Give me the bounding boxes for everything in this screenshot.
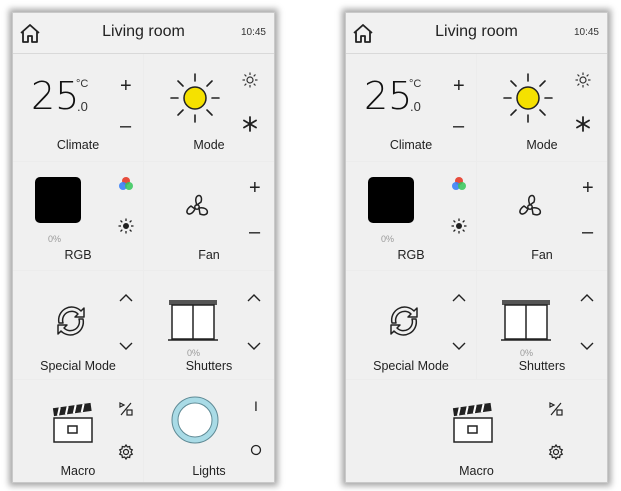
panel-right: Living room 10:45 25 °C .0 + – Climate M (345, 12, 608, 483)
cycle-arrows-icon (390, 306, 418, 336)
fan-decrease-button[interactable]: – (582, 222, 593, 242)
climate-tile[interactable]: 25 °C .0 + – Climate (13, 54, 143, 161)
header: Living room 10:45 (346, 13, 607, 54)
shutters-tile[interactable]: 0% Shutters (477, 271, 607, 379)
settings-gear-icon[interactable] (548, 444, 564, 460)
fan-tile[interactable]: + – Fan (144, 162, 274, 270)
macro-label: Macro (459, 464, 494, 478)
fan-icon (186, 194, 209, 216)
temp-decrease-button[interactable]: – (453, 116, 464, 136)
lights-tile[interactable]: I Lights (144, 380, 274, 482)
rgb-tile[interactable]: 0% RGB (346, 162, 476, 270)
room-title: Living room (102, 23, 185, 40)
chevron-down-icon[interactable] (119, 341, 133, 351)
cool-mode-icon[interactable] (575, 116, 591, 132)
rgb-tile[interactable]: 0% RGB (13, 162, 143, 270)
chevron-up-icon[interactable] (580, 293, 594, 303)
color-palette-icon[interactable] (118, 176, 134, 192)
fan-icon (519, 194, 542, 216)
special-mode-label: Special Mode (40, 359, 116, 373)
header: Living room 10:45 (13, 13, 274, 54)
temp-increase-button[interactable]: + (120, 76, 132, 96)
heat-mode-icon[interactable] (242, 72, 258, 88)
percent-scene-icon[interactable] (119, 402, 133, 416)
chevron-up-icon[interactable] (452, 293, 466, 303)
macro-tile[interactable]: Macro (13, 380, 143, 482)
rgb-brightness-percent: 0% (48, 234, 62, 244)
rgb-label: RGB (64, 248, 92, 262)
light-off-button[interactable] (250, 444, 262, 456)
temperature-value: 25 (31, 74, 80, 118)
shutters-label: Shutters (185, 359, 233, 373)
temperature-value: 25 (364, 74, 413, 118)
temperature-unit: °C (76, 78, 89, 90)
mode-tile[interactable]: Mode (477, 54, 607, 161)
macro-label: Macro (60, 464, 96, 478)
fan-increase-button[interactable]: + (249, 178, 261, 198)
chevron-up-icon[interactable] (247, 293, 261, 303)
cycle-arrows-icon (57, 306, 85, 336)
fan-label: Fan (531, 248, 553, 262)
rgb-color-swatch[interactable] (35, 177, 81, 223)
clock: 10:45 (573, 27, 599, 38)
heat-mode-icon[interactable] (575, 72, 591, 88)
climate-tile[interactable]: 25 °C .0 + – Climate (346, 54, 476, 161)
shutter-icon (168, 300, 218, 341)
temp-decrease-button[interactable]: – (120, 116, 131, 136)
clock: 10:45 (240, 27, 266, 38)
fan-decrease-button[interactable]: – (249, 222, 260, 242)
clapperboard-icon (52, 402, 93, 443)
temperature-decimal: .0 (77, 99, 88, 114)
special-mode-tile[interactable]: Special Mode (346, 271, 476, 379)
climate-label: Climate (56, 138, 100, 152)
macro-tile[interactable]: Macro (346, 380, 607, 482)
fan-label: Fan (198, 248, 220, 262)
room-title: Living room (435, 23, 518, 40)
temp-increase-button[interactable]: + (453, 76, 465, 96)
shutters-tile[interactable]: 0% Shutters (144, 271, 274, 379)
temperature-unit: °C (409, 78, 422, 90)
climate-label: Climate (389, 138, 433, 152)
rgb-color-swatch[interactable] (368, 177, 414, 223)
rgb-brightness-percent: 0% (381, 234, 395, 244)
fan-increase-button[interactable]: + (582, 178, 594, 198)
sun-icon (170, 73, 220, 123)
shutters-position-percent: 0% (187, 348, 201, 358)
temperature-decimal: .0 (410, 99, 421, 114)
brightness-icon[interactable] (118, 218, 134, 234)
chevron-up-icon[interactable] (119, 293, 133, 303)
percent-scene-icon[interactable] (549, 402, 563, 416)
clapperboard-icon (452, 402, 493, 443)
mode-label: Mode (526, 138, 558, 152)
shutters-label: Shutters (518, 359, 566, 373)
special-mode-label: Special Mode (373, 359, 449, 373)
chevron-down-icon[interactable] (247, 341, 261, 351)
mode-label: Mode (193, 138, 225, 152)
shutter-icon (501, 300, 551, 341)
special-mode-tile[interactable]: Special Mode (13, 271, 143, 379)
light-on-button[interactable]: I (254, 398, 258, 414)
rgb-label: RGB (397, 248, 425, 262)
lights-label: Lights (192, 464, 226, 478)
fan-tile[interactable]: + – Fan (477, 162, 607, 270)
panel-left: Living room 10:45 25 °C .0 + – Climate M (12, 12, 275, 483)
color-palette-icon[interactable] (451, 176, 467, 192)
light-ring-icon[interactable] (169, 394, 221, 446)
shutters-position-percent: 0% (520, 348, 534, 358)
chevron-down-icon[interactable] (452, 341, 466, 351)
cool-mode-icon[interactable] (242, 116, 258, 132)
settings-gear-icon[interactable] (118, 444, 134, 460)
brightness-icon[interactable] (451, 218, 467, 234)
sun-icon (503, 73, 553, 123)
mode-tile[interactable]: Mode (144, 54, 274, 161)
chevron-down-icon[interactable] (580, 341, 594, 351)
